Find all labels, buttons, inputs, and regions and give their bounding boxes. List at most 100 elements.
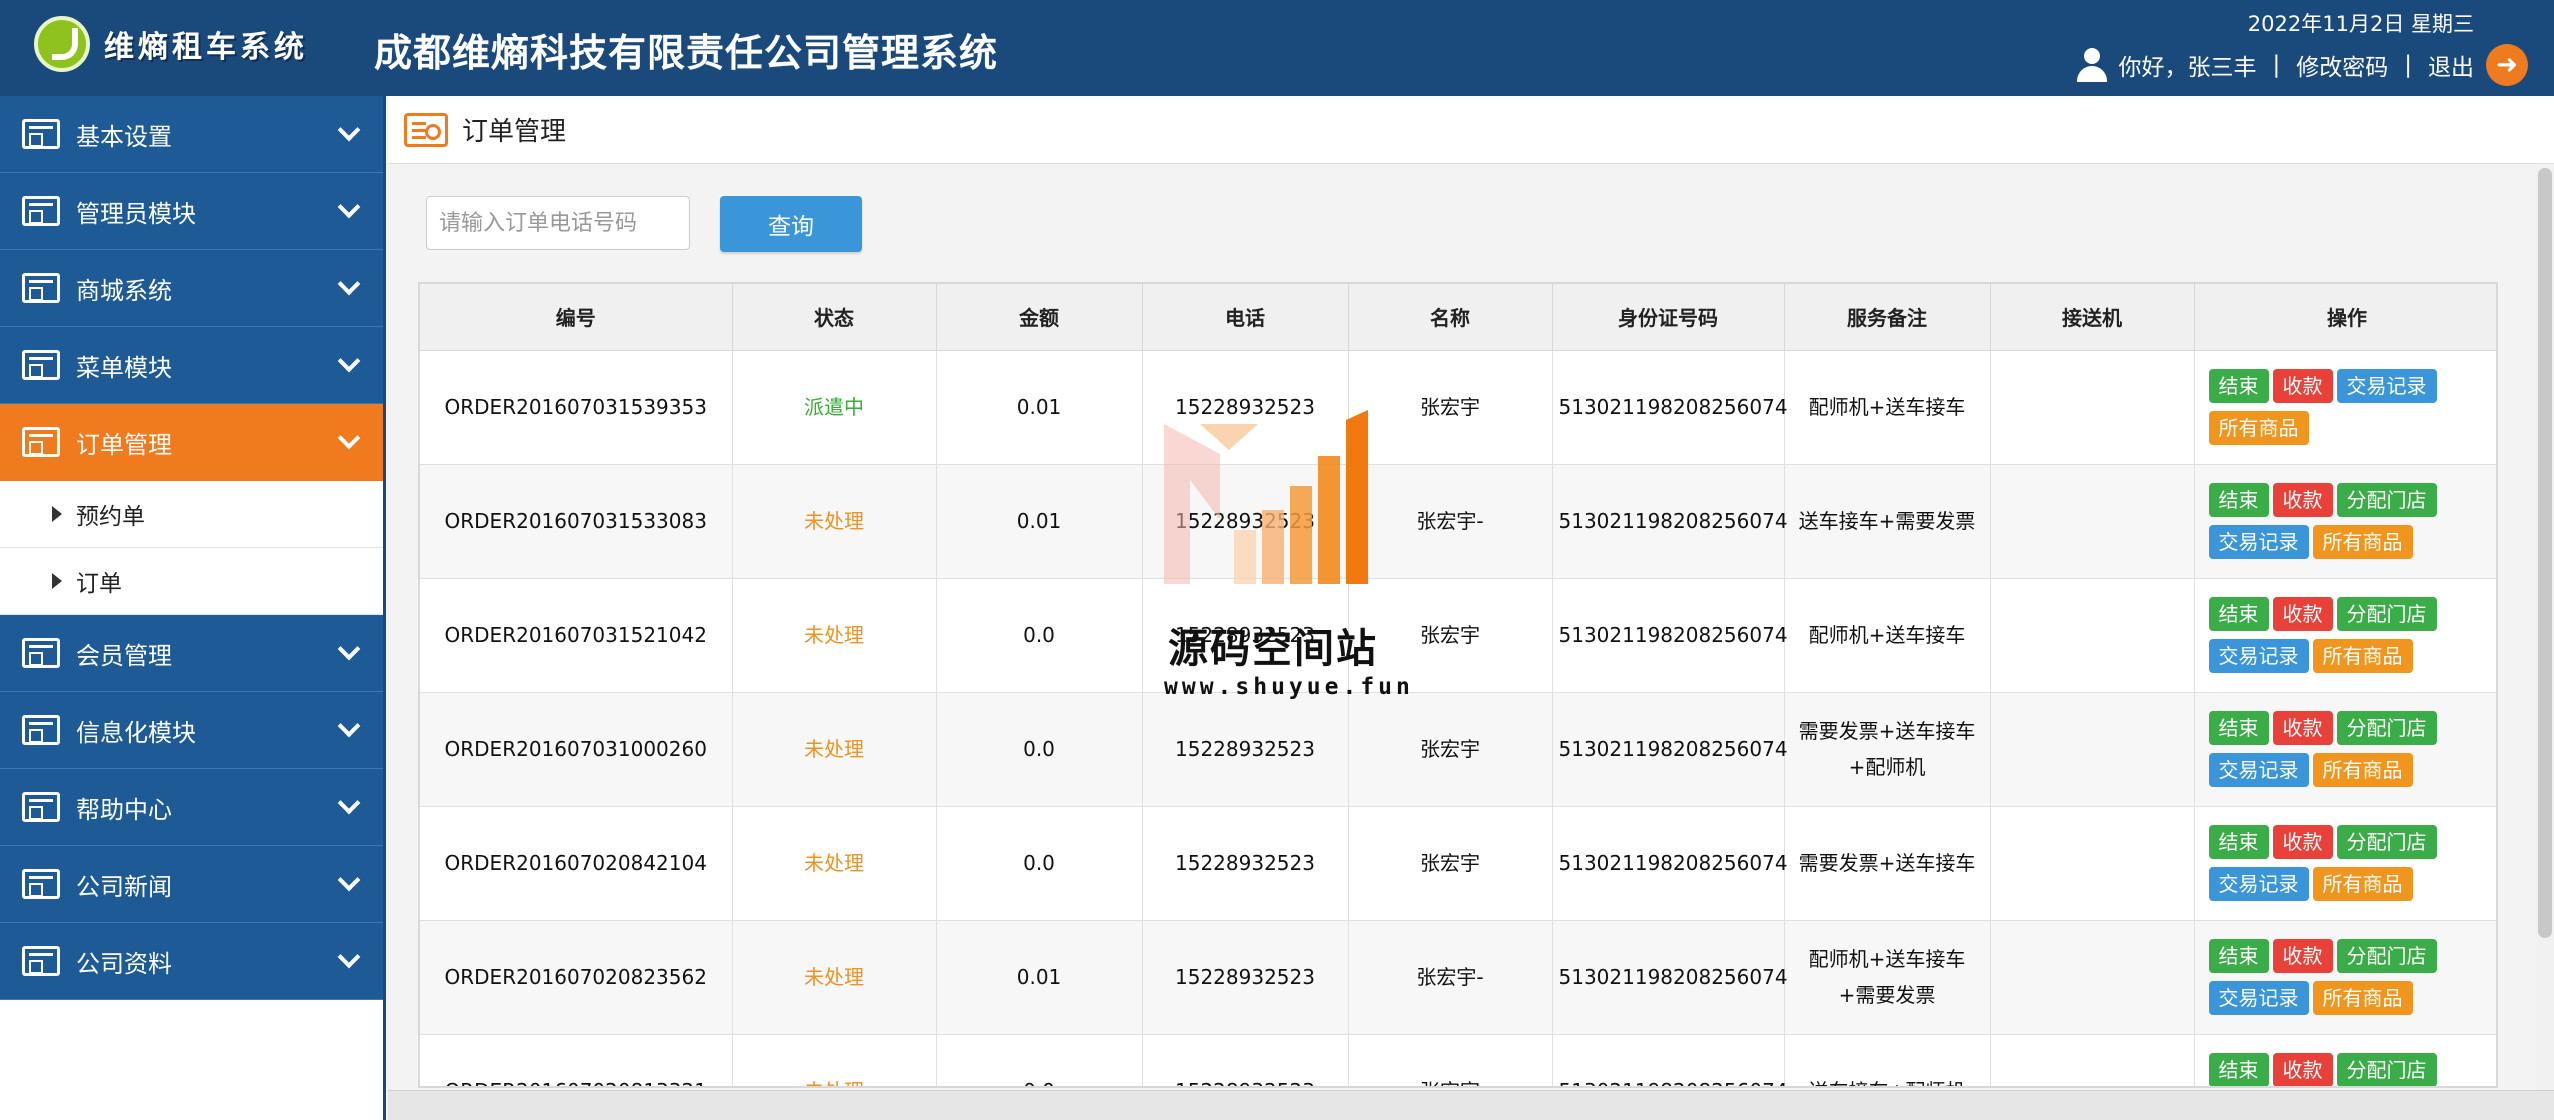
order-name: 张宏宇- — [1348, 464, 1553, 579]
finish-button[interactable]: 结束 — [2208, 1053, 2269, 1086]
collect-button[interactable]: 收款 — [2272, 939, 2333, 973]
phone-search-input[interactable] — [426, 196, 690, 250]
chevron-down-icon — [337, 868, 361, 892]
finish-button[interactable]: 结束 — [2208, 483, 2269, 517]
order-id: ORDER201607031000260 — [420, 692, 733, 807]
column-header: 编号 — [420, 284, 733, 351]
column-header: 接送机 — [1990, 284, 2195, 351]
order-note: 配师机+送车接车 — [1784, 578, 1991, 693]
sidebar-item-member-management[interactable]: 会员管理 — [0, 615, 383, 692]
finish-button[interactable]: 结束 — [2208, 369, 2269, 403]
table-row: ORDER201607031533083 未处理 0.01 1522893252… — [420, 464, 2496, 579]
window-icon — [22, 792, 60, 822]
sidebar-item-company-news[interactable]: 公司新闻 — [0, 846, 383, 923]
assign-store-button[interactable]: 分配门店 — [2336, 939, 2437, 973]
column-header: 金额 — [936, 284, 1143, 351]
triangle-right-icon — [52, 506, 62, 522]
query-button[interactable]: 查询 — [720, 196, 862, 252]
window-icon — [22, 196, 60, 226]
order-idcard: 513021198208256074 — [1552, 350, 1788, 465]
finish-button[interactable]: 结束 — [2208, 939, 2269, 973]
order-table: 编号 状态 金额 电话 名称 身份证号码 服务备注 接送机 操作 ORDER20… — [420, 284, 2496, 1086]
page-title: 订单管理 — [462, 117, 567, 147]
change-password-link[interactable]: 修改密码 — [2296, 48, 2388, 82]
sidebar-item-mall-system[interactable]: 商城系统 — [0, 250, 383, 327]
sidebar-item-informatization[interactable]: 信息化模块 — [0, 692, 383, 769]
scrollbar-thumb[interactable] — [2538, 168, 2552, 938]
records-button[interactable]: 交易记录 — [2208, 981, 2309, 1015]
goods-button[interactable]: 所有商品 — [2312, 867, 2413, 901]
order-note: 需要发票+送车接车+配师机 — [1784, 692, 1991, 807]
assign-store-button[interactable]: 分配门店 — [2336, 483, 2437, 517]
order-table-container: 编号 状态 金额 电话 名称 身份证号码 服务备注 接送机 操作 ORDER20… — [418, 282, 2498, 1088]
sidebar-item-basic-settings[interactable]: 基本设置 — [0, 96, 383, 173]
order-phone: 15228932523 — [1142, 920, 1349, 1035]
system-title: 成都维熵科技有限责任公司管理系统 — [374, 31, 999, 75]
sidebar-subitem-label: 订单 — [76, 571, 122, 597]
goods-button[interactable]: 所有商品 — [2312, 639, 2413, 673]
collect-button[interactable]: 收款 — [2272, 1053, 2333, 1086]
records-button[interactable]: 交易记录 — [2208, 867, 2309, 901]
order-phone: 15228932523 — [1142, 692, 1349, 807]
order-amount: 0.01 — [936, 350, 1143, 465]
goods-button[interactable]: 所有商品 — [2208, 411, 2309, 445]
order-id: ORDER201607031539353 — [420, 350, 733, 465]
records-button[interactable]: 交易记录 — [2208, 639, 2309, 673]
table-row: ORDER201607031521042 未处理 0.0 15228932523… — [420, 578, 2496, 693]
records-button[interactable]: 交易记录 — [2336, 369, 2437, 403]
order-amount: 0.0 — [936, 578, 1143, 693]
window-icon — [22, 869, 60, 899]
column-header: 操作 — [2194, 284, 2496, 351]
sidebar-item-label: 信息化模块 — [76, 718, 196, 747]
window-icon — [22, 119, 60, 149]
order-actions: 结束收款分配门店交易记录所有商品 — [2194, 464, 2496, 579]
current-date: 2022年11月2日 星期三 — [2247, 12, 2474, 36]
goods-button[interactable]: 所有商品 — [2312, 753, 2413, 787]
collect-button[interactable]: 收款 — [2272, 483, 2333, 517]
order-status: 派遣中 — [732, 350, 937, 465]
goods-button[interactable]: 所有商品 — [2312, 525, 2413, 559]
window-icon — [22, 273, 60, 303]
order-name: 张宏宇 — [1348, 578, 1553, 693]
chevron-down-icon — [337, 791, 361, 815]
collect-button[interactable]: 收款 — [2272, 369, 2333, 403]
records-button[interactable]: 交易记录 — [2208, 525, 2309, 559]
sidebar-item-menu-module[interactable]: 菜单模块 — [0, 327, 383, 404]
sidebar-subitem-order[interactable]: 订单 — [0, 548, 383, 615]
order-idcard: 513021198208256074 — [1552, 464, 1788, 579]
records-button[interactable]: 交易记录 — [2208, 753, 2309, 787]
finish-button[interactable]: 结束 — [2208, 825, 2269, 859]
order-amount: 0.0 — [936, 1034, 1143, 1086]
sidebar: 基本设置 管理员模块 商城系统 菜单模块 订单管理 预约单 订单 会员管理 信息… — [0, 96, 386, 1120]
goods-button[interactable]: 所有商品 — [2312, 981, 2413, 1015]
order-phone: 15228932523 — [1142, 464, 1349, 579]
collect-button[interactable]: 收款 — [2272, 711, 2333, 745]
logout-link[interactable]: 退出 — [2428, 48, 2474, 82]
order-name: 张宏宇 — [1348, 806, 1553, 921]
window-icon — [22, 427, 60, 457]
logout-icon[interactable]: ➜ — [2486, 44, 2528, 86]
order-pickup — [1990, 464, 2195, 579]
sidebar-item-company-info[interactable]: 公司资料 — [0, 923, 383, 1000]
assign-store-button[interactable]: 分配门店 — [2336, 1053, 2437, 1086]
sidebar-item-label: 帮助中心 — [76, 795, 172, 824]
order-actions: 结束收款分配门店交易记录所有商品 — [2194, 692, 2496, 807]
order-pickup — [1990, 806, 2195, 921]
assign-store-button[interactable]: 分配门店 — [2336, 825, 2437, 859]
sidebar-item-admin-module[interactable]: 管理员模块 — [0, 173, 383, 250]
order-id: ORDER201607031521042 — [420, 578, 733, 693]
bottom-bar — [388, 1090, 2554, 1120]
sidebar-item-help-center[interactable]: 帮助中心 — [0, 769, 383, 846]
order-idcard: 513021198208256074 — [1552, 806, 1788, 921]
sidebar-item-order-management[interactable]: 订单管理 — [0, 404, 383, 481]
assign-store-button[interactable]: 分配门店 — [2336, 597, 2437, 631]
collect-button[interactable]: 收款 — [2272, 597, 2333, 631]
finish-button[interactable]: 结束 — [2208, 711, 2269, 745]
finish-button[interactable]: 结束 — [2208, 597, 2269, 631]
assign-store-button[interactable]: 分配门店 — [2336, 711, 2437, 745]
collect-button[interactable]: 收款 — [2272, 825, 2333, 859]
order-note: 送车接车+配师机 — [1784, 1034, 1991, 1086]
order-amount: 0.0 — [936, 806, 1143, 921]
sidebar-subitem-reservation[interactable]: 预约单 — [0, 481, 383, 548]
order-note: 配师机+送车接车+需要发票 — [1784, 920, 1991, 1035]
